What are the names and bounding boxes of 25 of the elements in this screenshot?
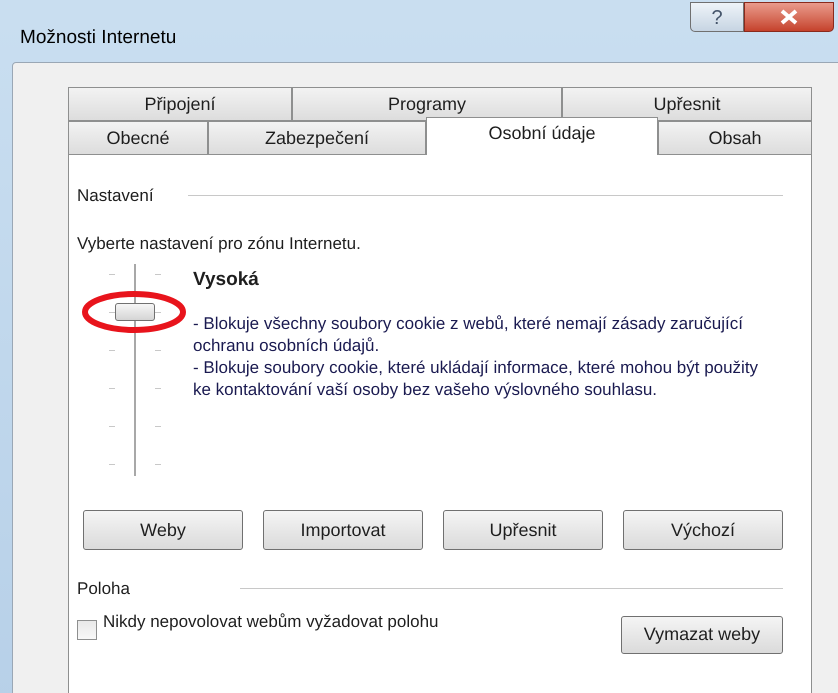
- section-heading: Nastavení: [77, 185, 154, 207]
- tab[interactable]: Programy: [292, 87, 562, 121]
- close-icon: [778, 9, 800, 25]
- tab[interactable]: Zabezpečení: [208, 121, 426, 155]
- section-heading: Poloha: [77, 578, 130, 600]
- checkbox[interactable]: [77, 620, 97, 640]
- help-button[interactable]: ?: [690, 2, 744, 32]
- intro-text: Vyberte nastavení pro zónu Internetu.: [77, 232, 362, 254]
- tab[interactable]: Obsah: [658, 121, 812, 155]
- tab[interactable]: Upřesnit: [562, 87, 812, 121]
- dialog-button[interactable]: Importovat: [263, 510, 423, 550]
- clear-sites-button[interactable]: Vymazat weby: [621, 616, 783, 654]
- description-text: - Blokuje všechny soubory cookie z webů, které nemají zásady zaručující ochranu osobních údajů.: [193, 312, 744, 356]
- description-text: - Blokuje soubory cookie, které ukládají informace, které mohou být použity ke kontaktování vaší osoby bez vašeho výslovného souhlasu.: [193, 356, 760, 400]
- slider-thumb[interactable]: [115, 303, 155, 321]
- tab[interactable]: Osobní údaje: [426, 117, 658, 155]
- tab[interactable]: Obecné: [68, 121, 208, 155]
- dialog-button[interactable]: Výchozí: [623, 510, 783, 550]
- close-button[interactable]: [744, 2, 834, 32]
- dialog-button[interactable]: Upřesnit: [443, 510, 603, 550]
- checkbox-label: Nikdy nepovolovat webům vyžadovat polohu: [103, 612, 440, 632]
- window-title: Možnosti Internetu: [20, 26, 176, 50]
- tab[interactable]: Připojení: [68, 87, 292, 121]
- dialog-button[interactable]: Weby: [83, 510, 243, 550]
- level-name: Vysoká: [193, 268, 260, 292]
